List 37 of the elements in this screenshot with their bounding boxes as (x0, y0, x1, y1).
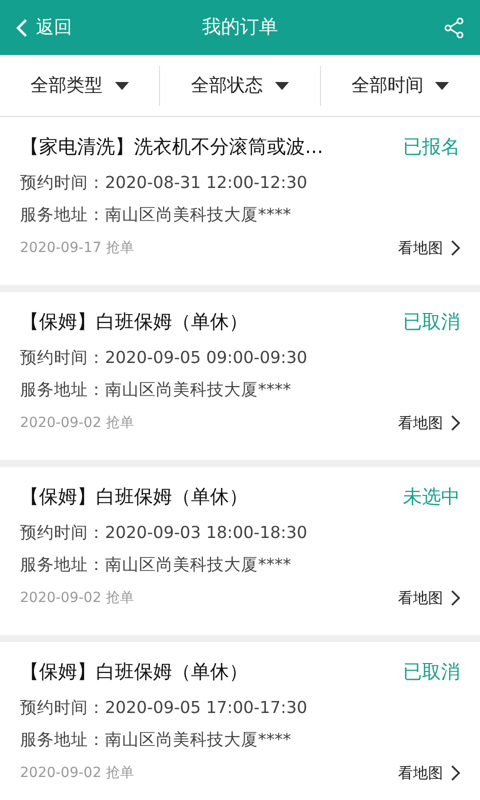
appointment-time: 预约时间：2020-08-31 12:00-12:30 (20, 172, 308, 194)
service-address: 服务地址：南山区尚美科技大厦**** (20, 554, 292, 576)
caret-icon (435, 82, 450, 90)
order-status: 已取消 (403, 660, 460, 685)
share-icon[interactable] (444, 16, 464, 38)
chevron-right-icon (451, 415, 460, 431)
page-title: 我的订单 (202, 15, 278, 40)
appointment-time: 预约时间：2020-09-03 18:00-18:30 (20, 522, 308, 544)
filter-dropdown[interactable]: 全部类型 (30, 72, 129, 99)
map-link[interactable]: 看地图 (398, 236, 460, 260)
chevron-right-icon (451, 765, 460, 781)
back-icon (16, 18, 28, 38)
grab-date: 2020-09-02 抢单 (20, 588, 134, 608)
order-title: 【家电清洗】洗衣机不分滚筒或波... (20, 134, 324, 160)
map-link[interactable]: 看地图 (398, 412, 460, 434)
order-title: 【保姆】白班保姆（单休） (20, 660, 248, 685)
order-status: 未选中 (403, 484, 460, 510)
service-address: 服务地址：南山区尚美科技大厦**** (20, 379, 292, 401)
grab-date: 2020-09-17 抢单 (20, 238, 134, 258)
service-address: 服务地址：南山区尚美科技大厦**** (20, 729, 292, 751)
caret-icon (274, 82, 289, 90)
appointment-time: 预约时间：2020-09-05 09:00-09:30 (20, 347, 308, 369)
chevron-right-icon (451, 590, 460, 606)
order-title: 【保姆】白班保姆（单休） (20, 484, 248, 510)
order-status: 已取消 (403, 310, 460, 335)
map-link[interactable]: 看地图 (398, 586, 460, 610)
service-address: 服务地址：南山区尚美科技大厦**** (20, 204, 292, 226)
appointment-time: 预约时间：2020-09-05 17:00-17:30 (20, 697, 308, 719)
grab-date: 2020-09-02 抢单 (20, 414, 134, 432)
map-link[interactable]: 看地图 (398, 762, 460, 784)
order-title: 【保姆】白班保姆（单休） (20, 310, 248, 335)
grab-date: 2020-09-02 抢单 (20, 764, 134, 782)
filter-dropdown[interactable]: 全部时间 (351, 72, 450, 99)
filter-dropdown[interactable]: 全部状态 (190, 72, 289, 99)
caret-icon (114, 82, 129, 90)
order-status: 已报名 (403, 134, 460, 160)
chevron-right-icon (451, 240, 460, 256)
